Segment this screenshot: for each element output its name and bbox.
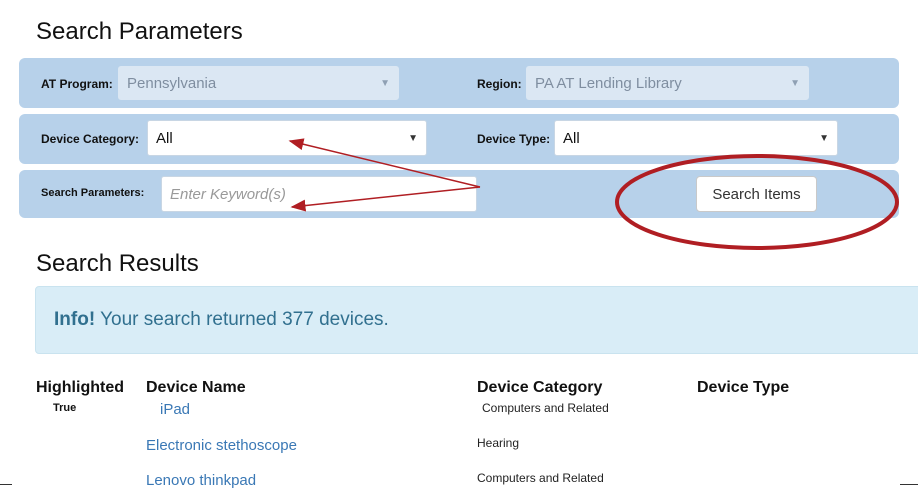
chevron-down-icon: ▼ <box>790 77 800 89</box>
header-device-category: Device Category <box>477 379 603 396</box>
device-link-stethoscope[interactable]: Electronic stethoscope <box>146 437 297 454</box>
region-value: PA AT Lending Library <box>535 74 682 92</box>
filter-row-keyword: Search Parameters: Enter Keyword(s) Sear… <box>19 170 899 218</box>
chevron-down-icon: ▼ <box>380 77 390 89</box>
keyword-placeholder: Enter Keyword(s) <box>170 185 286 203</box>
header-device-type: Device Type <box>697 379 790 396</box>
device-category-label: Device Category: <box>41 132 140 146</box>
device-type-select[interactable]: All ▼ <box>554 120 838 156</box>
device-link-lenovo[interactable]: Lenovo thinkpad <box>146 472 256 489</box>
keyword-label: Search Parameters: <box>41 187 145 199</box>
row-category: Hearing <box>477 436 520 450</box>
device-link-ipad[interactable]: iPad <box>160 401 190 418</box>
search-items-button[interactable]: Search Items <box>696 176 817 212</box>
device-category-value: All <box>156 129 173 147</box>
info-alert: Info! Your search returned 377 devices. <box>35 286 918 354</box>
at-program-select[interactable]: Pennsylvania ▼ <box>118 66 399 100</box>
header-highlighted: Highlighted <box>36 379 124 396</box>
region-select[interactable]: PA AT Lending Library ▼ <box>526 66 809 100</box>
chevron-down-icon: ▼ <box>408 132 418 144</box>
device-type-value: All <box>563 129 580 147</box>
search-results-title: Search Results <box>36 250 199 277</box>
edge-mark <box>900 484 918 485</box>
info-strong: Info! <box>54 309 96 330</box>
device-category-select[interactable]: All ▼ <box>147 120 427 156</box>
region-label: Region: <box>477 77 522 91</box>
device-type-label: Device Type: <box>477 132 551 146</box>
search-parameters-title: Search Parameters <box>36 18 243 45</box>
row-category: Computers and Related <box>477 471 604 485</box>
row-category: Computers and Related <box>482 401 609 415</box>
row-highlighted: True <box>53 402 77 414</box>
at-program-value: Pennsylvania <box>127 74 217 92</box>
at-program-label: AT Program: <box>41 77 113 91</box>
keyword-input[interactable]: Enter Keyword(s) <box>161 176 477 212</box>
filter-row-category: Device Category: All ▼ Device Type: All … <box>19 114 899 164</box>
header-device-name: Device Name <box>146 379 246 396</box>
chevron-down-icon: ▼ <box>819 132 829 144</box>
edge-mark <box>0 484 12 485</box>
filter-row-program: AT Program: Pennsylvania ▼ Region: PA AT… <box>19 58 899 108</box>
info-text: Your search returned 377 devices. <box>95 309 389 330</box>
